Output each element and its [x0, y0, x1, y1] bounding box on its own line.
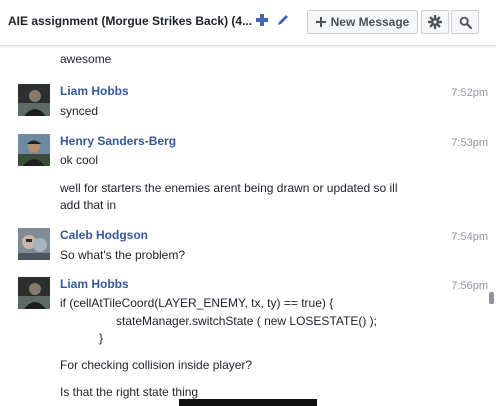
message-text: stateManager.switchState ( new LOSESTATE…	[116, 314, 377, 328]
new-message-label: New Message	[330, 15, 410, 29]
new-message-button[interactable]: New Message	[307, 10, 418, 34]
timestamp: 7:54pm	[451, 231, 488, 243]
timestamp: 7:52pm	[451, 87, 488, 99]
timestamp: 7:56pm	[451, 280, 488, 292]
pencil-icon[interactable]	[276, 13, 290, 27]
conversation-header: AIE assignment (Morgue Strikes Back) (4.…	[0, 0, 496, 46]
plus-icon	[315, 17, 326, 27]
message-text: add that in	[60, 198, 117, 212]
add-people-icon[interactable]	[255, 13, 269, 27]
sender-name[interactable]: Henry Sanders-Berg	[60, 134, 176, 148]
message-text: }	[99, 331, 104, 345]
message-text: Is that the right state thing	[60, 385, 199, 399]
avatar[interactable]	[18, 134, 50, 166]
avatar[interactable]	[18, 277, 50, 309]
message-text: For checking collision inside player?	[60, 358, 253, 372]
horizontal-scrollbar[interactable]	[179, 399, 317, 406]
message-thread[interactable]: awesome Liam Hobbs 7:52pm synced Henry S…	[0, 46, 496, 406]
sender-name[interactable]: Liam Hobbs	[60, 84, 129, 98]
message-text: well for starters the enemies arent bein…	[60, 181, 398, 195]
settings-button[interactable]	[421, 10, 449, 34]
avatar[interactable]	[18, 228, 50, 260]
timestamp: 7:53pm	[451, 137, 488, 149]
message-text: awesome	[60, 52, 112, 66]
search-icon	[459, 16, 472, 29]
message-text: if (cellAtTileCoord(LAYER_ENEMY, tx, ty)…	[60, 296, 334, 310]
scrollbar-thumb[interactable]	[489, 292, 494, 304]
avatar[interactable]	[18, 84, 50, 116]
search-button[interactable]	[451, 10, 479, 34]
message-text: synced	[60, 104, 99, 118]
gear-icon	[428, 15, 442, 29]
message-text: ok cool	[60, 153, 99, 167]
conversation-title[interactable]: AIE assignment (Morgue Strikes Back) (4.…	[8, 14, 252, 28]
sender-name[interactable]: Liam Hobbs	[60, 277, 129, 291]
message-text: So what's the problem?	[60, 248, 186, 262]
sender-name[interactable]: Caleb Hodgson	[60, 228, 148, 242]
